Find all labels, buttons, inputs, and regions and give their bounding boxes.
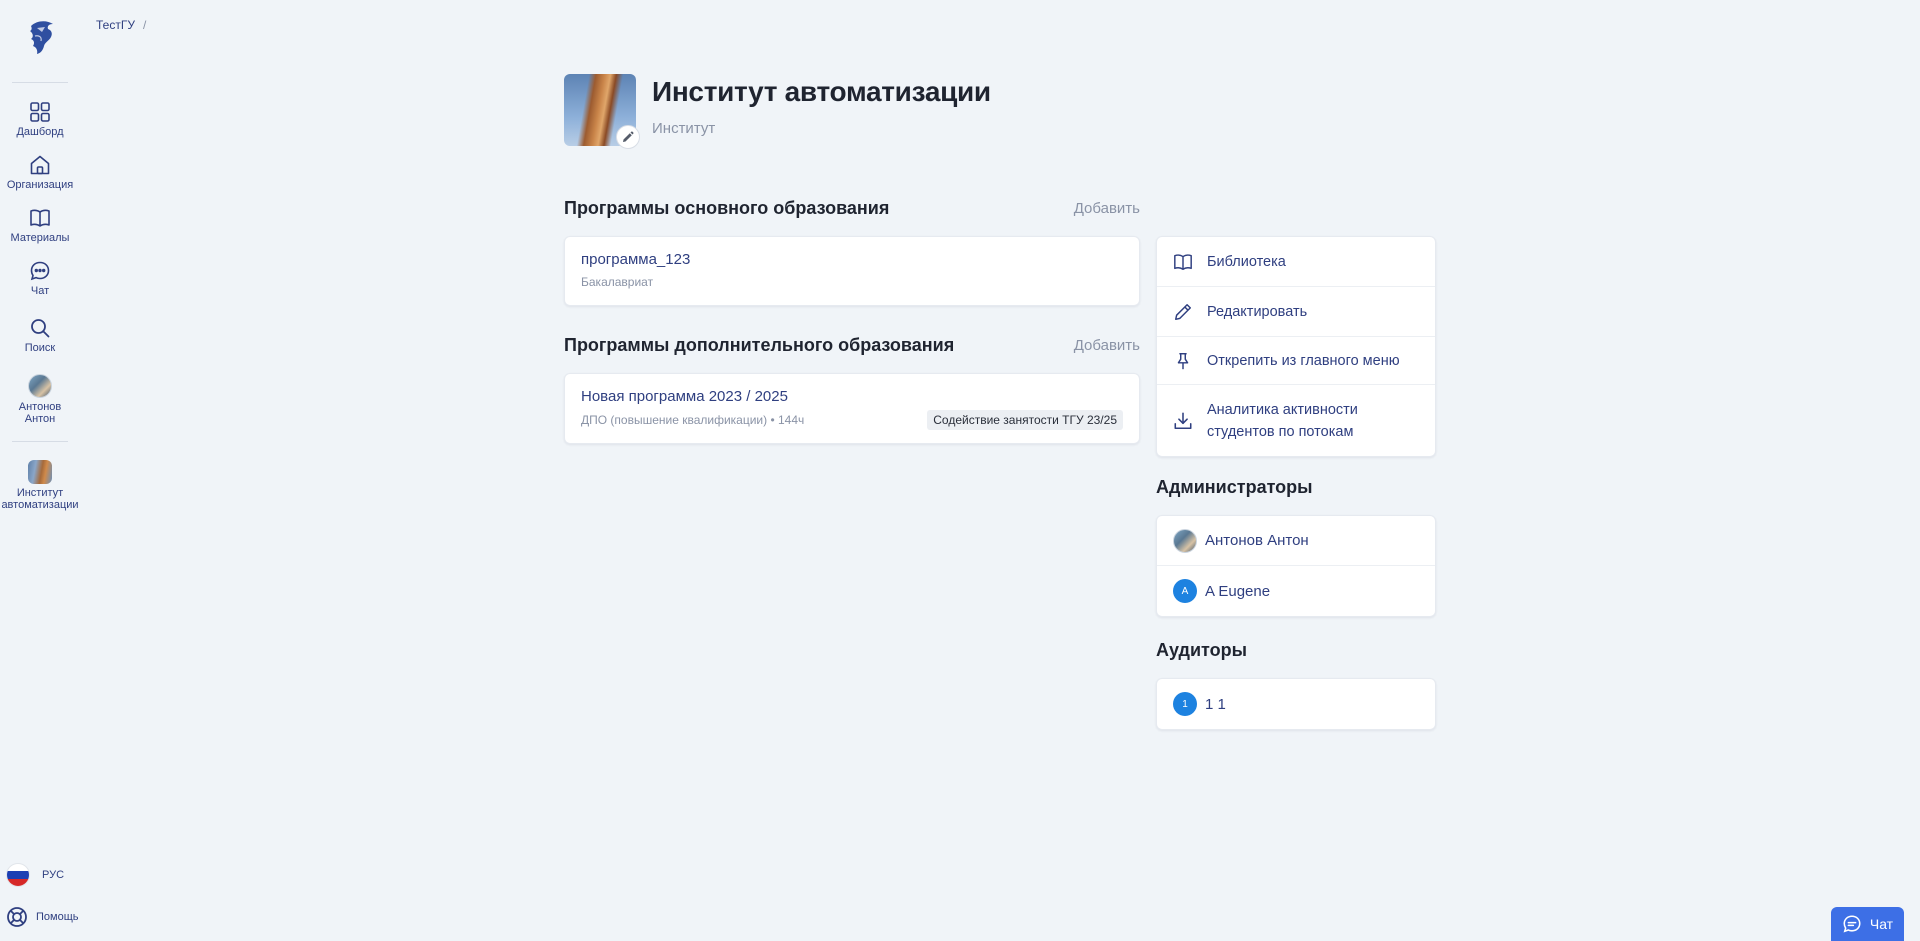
sidebar-item-label: Организация	[6, 179, 74, 191]
language-label: РУС	[42, 869, 65, 881]
actions-panel: Библиотека Редактировать Открепить из гл…	[1156, 236, 1436, 457]
person-name: 1 1	[1205, 695, 1226, 713]
breadcrumb-item[interactable]: ТестГУ	[96, 18, 135, 32]
menu-item-label: Открепить из главного меню	[1207, 352, 1400, 369]
administrators-list: Антонов Антон A A Eugene	[1156, 515, 1436, 617]
breadcrumb-separator: /	[142, 18, 147, 32]
auditors-title: Аудиторы	[1156, 640, 1247, 660]
list-item[interactable]: A A Eugene	[1157, 566, 1435, 616]
sidebar-item-profile[interactable]: Антонов Антон	[0, 374, 80, 425]
institute-cover-image	[564, 74, 640, 149]
sidebar-item-chat[interactable]: Чат	[0, 260, 80, 297]
program-tag: Содействие занятости ТГУ 23/25	[927, 410, 1123, 430]
lifebuoy-icon	[7, 907, 27, 927]
main-programs-header: Программы основного образования Добавить	[564, 198, 1140, 219]
chat-bubble-icon	[1843, 915, 1861, 933]
pencil-icon	[623, 131, 634, 142]
chat-button[interactable]: Чат	[1831, 907, 1904, 941]
page-header: Институт автоматизации Институт	[564, 74, 991, 149]
search-icon	[31, 319, 50, 338]
institute-thumbnail	[28, 460, 52, 484]
help-label: Помощь	[36, 911, 79, 923]
sidebar: Дашборд Организация Материалы Чат Поиск …	[0, 0, 80, 941]
auditors-list: 1 1 1	[1156, 678, 1436, 730]
menu-item-label: Редактировать	[1207, 303, 1308, 320]
edit-button[interactable]: Редактировать	[1157, 287, 1435, 337]
program-meta: ДПО (повышение квалификации) • 144ч	[581, 413, 805, 427]
add-extra-program-button[interactable]: Добавить	[1074, 337, 1140, 354]
person-name: A Eugene	[1205, 582, 1271, 600]
list-item[interactable]: 1 1 1	[1157, 679, 1435, 729]
program-card[interactable]: программа_123 Бакалавриат	[564, 236, 1140, 306]
list-item[interactable]: Антонов Антон	[1157, 516, 1435, 566]
sidebar-item-search[interactable]: Поиск	[0, 317, 80, 354]
sidebar-item-label: Институт автоматизации	[1, 487, 79, 511]
sidebar-divider	[12, 82, 68, 83]
menu-item-label: Аналитика активности студентов по потока…	[1207, 401, 1358, 440]
breadcrumb: ТестГУ /	[96, 18, 146, 32]
sidebar-item-label: Дашборд	[16, 126, 64, 138]
initial-avatar: A	[1173, 579, 1197, 603]
page-title: Институт автоматизации	[652, 76, 991, 107]
pin-icon	[1177, 352, 1189, 369]
sidebar-item-label: Чат	[30, 285, 50, 297]
sidebar-item-label: Поиск	[24, 342, 56, 354]
chat-bubble-icon	[30, 261, 50, 281]
sidebar-item-label: Антонов Антон	[18, 401, 62, 425]
sidebar-divider	[12, 441, 68, 442]
help-link[interactable]: Помощь	[6, 906, 79, 928]
program-card[interactable]: Новая программа 2023 / 2025 ДПО (повышен…	[564, 373, 1140, 444]
sidebar-item-label: Материалы	[10, 232, 70, 244]
library-button[interactable]: Библиотека	[1157, 237, 1435, 287]
pencil-icon	[1175, 303, 1191, 320]
language-switcher[interactable]: РУС	[6, 863, 64, 887]
russia-flag-icon	[6, 863, 30, 887]
avatar	[28, 374, 52, 398]
edit-cover-button[interactable]	[616, 125, 640, 149]
unpin-button[interactable]: Открепить из главного меню	[1157, 337, 1435, 385]
program-name: Новая программа 2023 / 2025	[581, 388, 788, 405]
program-level: Бакалавриат	[581, 275, 654, 289]
menu-item-label: Библиотека	[1207, 253, 1286, 270]
chat-button-label: Чат	[1869, 916, 1894, 932]
house-icon	[30, 155, 50, 175]
logo-icon[interactable]	[23, 18, 57, 56]
sidebar-item-institute[interactable]: Институт автоматизации	[0, 460, 80, 511]
add-main-program-button[interactable]: Добавить	[1074, 200, 1140, 217]
analytics-download-button[interactable]: Аналитика активности студентов по потока…	[1157, 385, 1435, 456]
initial-avatar: 1	[1173, 692, 1197, 716]
sidebar-item-organization[interactable]: Организация	[0, 154, 80, 191]
extra-programs-title: Программы дополнительного образования	[564, 335, 955, 355]
sidebar-item-dashboard[interactable]: Дашборд	[0, 101, 80, 138]
grid-icon	[30, 102, 50, 122]
book-icon	[30, 209, 50, 227]
program-name: программа_123	[581, 251, 691, 268]
main-programs-title: Программы основного образования	[564, 198, 890, 218]
book-icon	[1174, 253, 1192, 270]
avatar	[1173, 528, 1197, 553]
administrators-title: Администраторы	[1156, 477, 1313, 497]
page-subtitle: Институт	[652, 120, 716, 137]
sidebar-item-materials[interactable]: Материалы	[0, 207, 80, 244]
extra-programs-header: Программы дополнительного образования До…	[564, 335, 1140, 356]
person-name: Антонов Антон	[1205, 532, 1309, 549]
download-icon	[1174, 412, 1192, 429]
